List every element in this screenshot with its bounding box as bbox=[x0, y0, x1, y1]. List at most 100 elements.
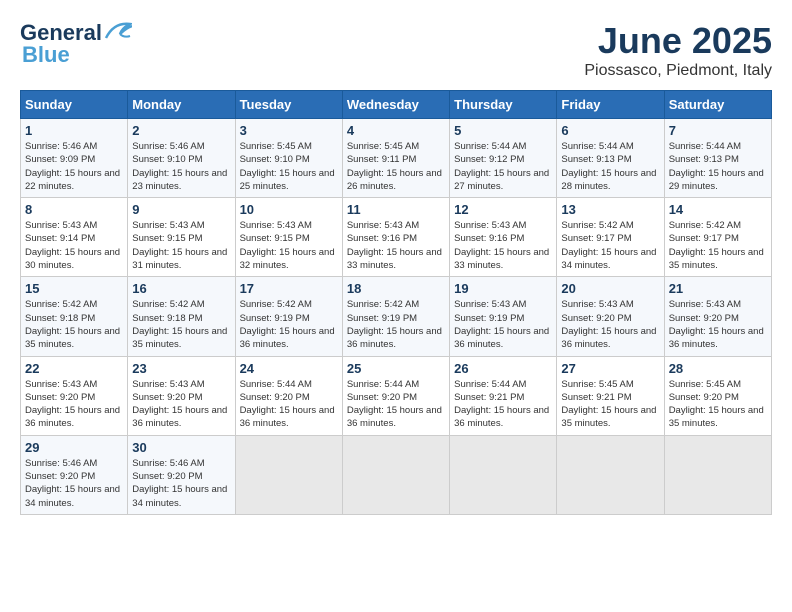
calendar-table: SundayMondayTuesdayWednesdayThursdayFrid… bbox=[20, 90, 772, 515]
calendar-cell: 1 Sunrise: 5:46 AM Sunset: 9:09 PM Dayli… bbox=[21, 119, 128, 198]
calendar-cell: 30 Sunrise: 5:46 AM Sunset: 9:20 PM Dayl… bbox=[128, 435, 235, 514]
day-number: 23 bbox=[132, 361, 230, 376]
calendar-cell: 25 Sunrise: 5:44 AM Sunset: 9:20 PM Dayl… bbox=[342, 356, 449, 435]
day-number: 19 bbox=[454, 281, 552, 296]
weekday-header-thursday: Thursday bbox=[450, 91, 557, 119]
calendar-cell: 18 Sunrise: 5:42 AM Sunset: 9:19 PM Dayl… bbox=[342, 277, 449, 356]
day-info: Sunrise: 5:43 AM Sunset: 9:14 PM Dayligh… bbox=[25, 219, 123, 272]
weekday-header-sunday: Sunday bbox=[21, 91, 128, 119]
calendar-week-4: 22 Sunrise: 5:43 AM Sunset: 9:20 PM Dayl… bbox=[21, 356, 772, 435]
calendar-cell bbox=[664, 435, 771, 514]
day-number: 16 bbox=[132, 281, 230, 296]
calendar-cell: 29 Sunrise: 5:46 AM Sunset: 9:20 PM Dayl… bbox=[21, 435, 128, 514]
day-info: Sunrise: 5:44 AM Sunset: 9:21 PM Dayligh… bbox=[454, 378, 552, 431]
calendar-cell: 3 Sunrise: 5:45 AM Sunset: 9:10 PM Dayli… bbox=[235, 119, 342, 198]
day-info: Sunrise: 5:43 AM Sunset: 9:16 PM Dayligh… bbox=[347, 219, 445, 272]
location-title: Piossasco, Piedmont, Italy bbox=[584, 62, 772, 80]
day-info: Sunrise: 5:46 AM Sunset: 9:09 PM Dayligh… bbox=[25, 140, 123, 193]
day-info: Sunrise: 5:43 AM Sunset: 9:15 PM Dayligh… bbox=[240, 219, 338, 272]
calendar-cell: 21 Sunrise: 5:43 AM Sunset: 9:20 PM Dayl… bbox=[664, 277, 771, 356]
calendar-cell: 12 Sunrise: 5:43 AM Sunset: 9:16 PM Dayl… bbox=[450, 198, 557, 277]
calendar-cell bbox=[450, 435, 557, 514]
calendar-cell: 19 Sunrise: 5:43 AM Sunset: 9:19 PM Dayl… bbox=[450, 277, 557, 356]
day-number: 24 bbox=[240, 361, 338, 376]
day-info: Sunrise: 5:45 AM Sunset: 9:20 PM Dayligh… bbox=[669, 378, 767, 431]
day-info: Sunrise: 5:43 AM Sunset: 9:20 PM Dayligh… bbox=[669, 298, 767, 351]
day-info: Sunrise: 5:42 AM Sunset: 9:18 PM Dayligh… bbox=[132, 298, 230, 351]
day-number: 20 bbox=[561, 281, 659, 296]
day-number: 2 bbox=[132, 123, 230, 138]
logo-blue: Blue bbox=[22, 42, 70, 68]
day-info: Sunrise: 5:43 AM Sunset: 9:19 PM Dayligh… bbox=[454, 298, 552, 351]
calendar-week-3: 15 Sunrise: 5:42 AM Sunset: 9:18 PM Dayl… bbox=[21, 277, 772, 356]
header: General Blue June 2025 Piossasco, Piedmo… bbox=[20, 20, 772, 80]
calendar-cell: 2 Sunrise: 5:46 AM Sunset: 9:10 PM Dayli… bbox=[128, 119, 235, 198]
calendar-week-1: 1 Sunrise: 5:46 AM Sunset: 9:09 PM Dayli… bbox=[21, 119, 772, 198]
day-info: Sunrise: 5:45 AM Sunset: 9:11 PM Dayligh… bbox=[347, 140, 445, 193]
day-number: 17 bbox=[240, 281, 338, 296]
day-info: Sunrise: 5:43 AM Sunset: 9:20 PM Dayligh… bbox=[132, 378, 230, 431]
day-number: 28 bbox=[669, 361, 767, 376]
day-number: 13 bbox=[561, 202, 659, 217]
calendar-cell bbox=[235, 435, 342, 514]
calendar-cell: 26 Sunrise: 5:44 AM Sunset: 9:21 PM Dayl… bbox=[450, 356, 557, 435]
day-info: Sunrise: 5:42 AM Sunset: 9:19 PM Dayligh… bbox=[240, 298, 338, 351]
day-info: Sunrise: 5:42 AM Sunset: 9:18 PM Dayligh… bbox=[25, 298, 123, 351]
day-number: 5 bbox=[454, 123, 552, 138]
calendar-cell: 5 Sunrise: 5:44 AM Sunset: 9:12 PM Dayli… bbox=[450, 119, 557, 198]
day-number: 27 bbox=[561, 361, 659, 376]
day-info: Sunrise: 5:43 AM Sunset: 9:20 PM Dayligh… bbox=[561, 298, 659, 351]
day-number: 25 bbox=[347, 361, 445, 376]
calendar-cell: 23 Sunrise: 5:43 AM Sunset: 9:20 PM Dayl… bbox=[128, 356, 235, 435]
weekday-header-friday: Friday bbox=[557, 91, 664, 119]
weekday-header-saturday: Saturday bbox=[664, 91, 771, 119]
calendar-cell: 6 Sunrise: 5:44 AM Sunset: 9:13 PM Dayli… bbox=[557, 119, 664, 198]
day-number: 8 bbox=[25, 202, 123, 217]
calendar-cell: 4 Sunrise: 5:45 AM Sunset: 9:11 PM Dayli… bbox=[342, 119, 449, 198]
day-info: Sunrise: 5:46 AM Sunset: 9:20 PM Dayligh… bbox=[132, 457, 230, 510]
day-info: Sunrise: 5:42 AM Sunset: 9:19 PM Dayligh… bbox=[347, 298, 445, 351]
calendar-cell: 20 Sunrise: 5:43 AM Sunset: 9:20 PM Dayl… bbox=[557, 277, 664, 356]
calendar-week-2: 8 Sunrise: 5:43 AM Sunset: 9:14 PM Dayli… bbox=[21, 198, 772, 277]
month-title: June 2025 bbox=[584, 20, 772, 62]
day-number: 1 bbox=[25, 123, 123, 138]
day-number: 3 bbox=[240, 123, 338, 138]
day-info: Sunrise: 5:43 AM Sunset: 9:20 PM Dayligh… bbox=[25, 378, 123, 431]
calendar-cell: 15 Sunrise: 5:42 AM Sunset: 9:18 PM Dayl… bbox=[21, 277, 128, 356]
calendar-cell: 11 Sunrise: 5:43 AM Sunset: 9:16 PM Dayl… bbox=[342, 198, 449, 277]
calendar-cell: 24 Sunrise: 5:44 AM Sunset: 9:20 PM Dayl… bbox=[235, 356, 342, 435]
day-number: 7 bbox=[669, 123, 767, 138]
day-info: Sunrise: 5:44 AM Sunset: 9:13 PM Dayligh… bbox=[669, 140, 767, 193]
day-info: Sunrise: 5:44 AM Sunset: 9:20 PM Dayligh… bbox=[347, 378, 445, 431]
day-info: Sunrise: 5:44 AM Sunset: 9:20 PM Dayligh… bbox=[240, 378, 338, 431]
day-number: 18 bbox=[347, 281, 445, 296]
calendar-cell: 8 Sunrise: 5:43 AM Sunset: 9:14 PM Dayli… bbox=[21, 198, 128, 277]
day-number: 9 bbox=[132, 202, 230, 217]
calendar-cell: 9 Sunrise: 5:43 AM Sunset: 9:15 PM Dayli… bbox=[128, 198, 235, 277]
day-number: 4 bbox=[347, 123, 445, 138]
calendar-cell: 7 Sunrise: 5:44 AM Sunset: 9:13 PM Dayli… bbox=[664, 119, 771, 198]
day-info: Sunrise: 5:42 AM Sunset: 9:17 PM Dayligh… bbox=[669, 219, 767, 272]
day-info: Sunrise: 5:46 AM Sunset: 9:10 PM Dayligh… bbox=[132, 140, 230, 193]
day-info: Sunrise: 5:43 AM Sunset: 9:15 PM Dayligh… bbox=[132, 219, 230, 272]
weekday-header-wednesday: Wednesday bbox=[342, 91, 449, 119]
calendar-body: 1 Sunrise: 5:46 AM Sunset: 9:09 PM Dayli… bbox=[21, 119, 772, 515]
calendar-cell: 22 Sunrise: 5:43 AM Sunset: 9:20 PM Dayl… bbox=[21, 356, 128, 435]
day-info: Sunrise: 5:45 AM Sunset: 9:21 PM Dayligh… bbox=[561, 378, 659, 431]
day-number: 15 bbox=[25, 281, 123, 296]
day-number: 22 bbox=[25, 361, 123, 376]
calendar-cell: 17 Sunrise: 5:42 AM Sunset: 9:19 PM Dayl… bbox=[235, 277, 342, 356]
logo: General Blue bbox=[20, 20, 132, 68]
day-info: Sunrise: 5:46 AM Sunset: 9:20 PM Dayligh… bbox=[25, 457, 123, 510]
calendar-cell bbox=[342, 435, 449, 514]
day-number: 21 bbox=[669, 281, 767, 296]
day-number: 30 bbox=[132, 440, 230, 455]
calendar-cell: 14 Sunrise: 5:42 AM Sunset: 9:17 PM Dayl… bbox=[664, 198, 771, 277]
calendar-cell: 13 Sunrise: 5:42 AM Sunset: 9:17 PM Dayl… bbox=[557, 198, 664, 277]
day-number: 26 bbox=[454, 361, 552, 376]
calendar-cell: 28 Sunrise: 5:45 AM Sunset: 9:20 PM Dayl… bbox=[664, 356, 771, 435]
calendar-cell: 27 Sunrise: 5:45 AM Sunset: 9:21 PM Dayl… bbox=[557, 356, 664, 435]
logo-bird-icon bbox=[104, 20, 132, 42]
weekday-header-monday: Monday bbox=[128, 91, 235, 119]
calendar-cell: 16 Sunrise: 5:42 AM Sunset: 9:18 PM Dayl… bbox=[128, 277, 235, 356]
